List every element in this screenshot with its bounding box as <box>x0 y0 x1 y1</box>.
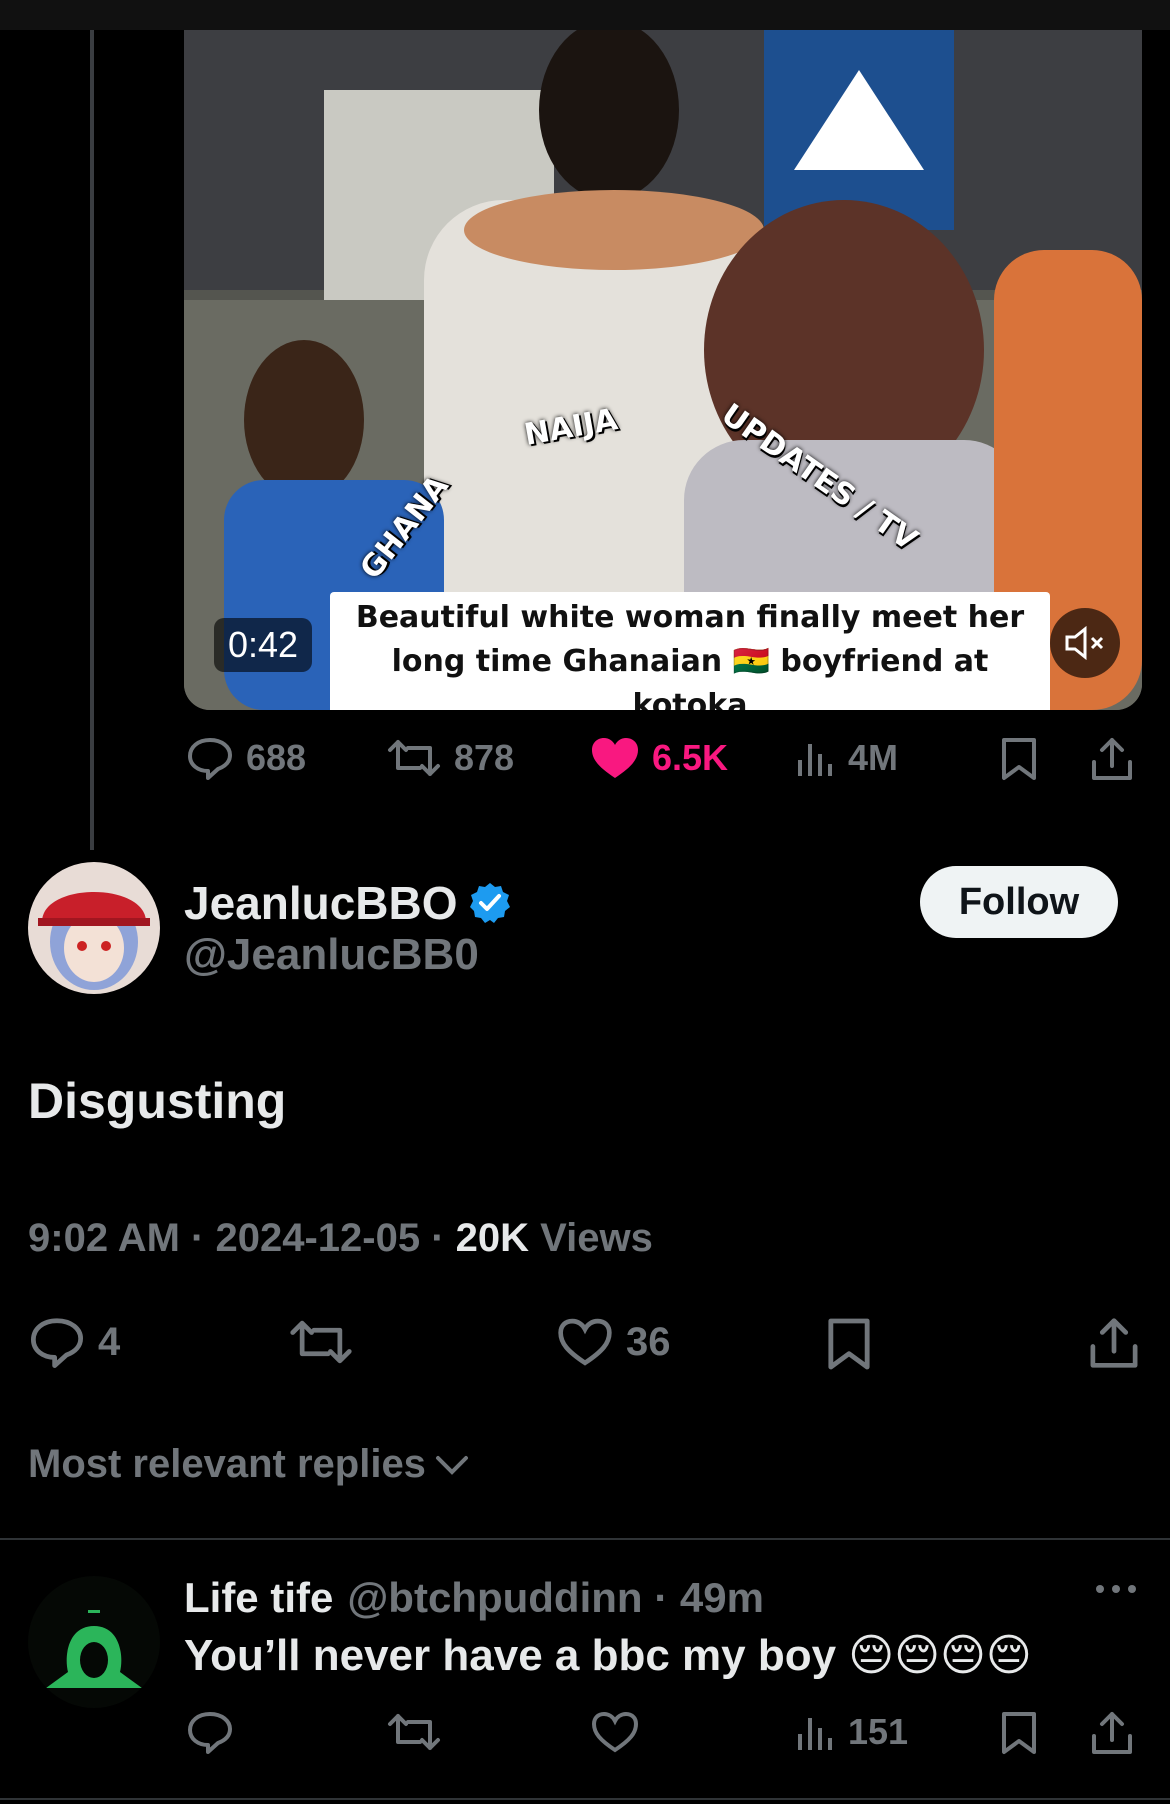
divider <box>0 1538 1170 1540</box>
like-count: 6.5K <box>652 737 729 778</box>
main-bookmark-button[interactable] <box>826 1316 872 1377</box>
bookmark-icon <box>1002 1712 1036 1754</box>
bookmark-button[interactable] <box>1000 736 1038 787</box>
reply-repost-action[interactable] <box>386 1710 442 1754</box>
share-icon <box>1090 1318 1138 1368</box>
main-like-count: 36 <box>626 1319 671 1364</box>
replies-sort-dropdown[interactable]: Most relevant replies <box>28 1442 472 1487</box>
reply-reply-action[interactable] <box>186 1710 234 1754</box>
divider <box>0 1798 1170 1800</box>
avatar[interactable] <box>28 862 160 994</box>
author-name-row[interactable]: JeanlucBBO <box>184 876 512 930</box>
thread-connector-line <box>90 30 94 850</box>
speaker-muted-icon <box>1065 626 1104 660</box>
author-handle[interactable]: @JeanlucBB0 <box>184 930 479 980</box>
reply-count: 688 <box>246 737 307 778</box>
follow-button[interactable]: Follow <box>920 866 1118 938</box>
reply-icon <box>188 1712 232 1754</box>
reply-like-action[interactable] <box>590 1710 640 1754</box>
bookmark-icon <box>828 1318 870 1370</box>
tweet-time[interactable]: 9:02 AM <box>28 1216 180 1260</box>
reply-icon <box>188 738 232 780</box>
reply-header: Life tife @btchpuddinn · 49m <box>184 1574 764 1622</box>
tweet-views-label: Views <box>540 1216 653 1260</box>
main-repost-action[interactable] <box>288 1316 354 1368</box>
tweet-text: Disgusting <box>28 1073 287 1129</box>
hooded-figure-avatar-image <box>28 1576 160 1708</box>
share-icon <box>1092 1712 1132 1754</box>
reply-display-name[interactable]: Life tife <box>184 1574 333 1622</box>
reply-icon <box>31 1318 83 1368</box>
reply-avatar[interactable] <box>28 1576 160 1708</box>
repost-action[interactable]: 878 <box>386 736 514 780</box>
repost-icon <box>388 1714 440 1750</box>
reply-text: You’ll never have a bbc my boy 😔😔😔😔 <box>184 1631 1032 1680</box>
chevron-down-icon <box>435 1455 468 1475</box>
reply-views-action[interactable]: 151 <box>796 1710 908 1754</box>
views-chart-icon <box>798 744 832 776</box>
bookmark-icon <box>1002 738 1036 780</box>
heart-filled-icon <box>592 738 638 778</box>
tweet-date[interactable]: 2024-12-05 <box>215 1216 420 1260</box>
views-count: 4M <box>848 737 899 778</box>
repost-icon <box>290 1320 352 1364</box>
display-name: JeanlucBBO <box>184 877 458 929</box>
tweet-meta: 9:02 AM · 2024-12-05 · 20K Views <box>28 1216 653 1260</box>
more-options-button[interactable] <box>1094 1582 1138 1601</box>
share-button[interactable] <box>1090 736 1134 787</box>
tweet-views-count: 20K <box>455 1216 530 1260</box>
repost-icon <box>388 740 440 776</box>
status-bar-area <box>0 0 1170 30</box>
views-action[interactable]: 4M <box>796 736 898 780</box>
share-icon <box>1092 738 1132 780</box>
verified-badge-icon <box>469 883 510 923</box>
more-dots-icon <box>1096 1585 1136 1593</box>
reply-share-button[interactable] <box>1090 1710 1134 1761</box>
main-reply-count: 4 <box>98 1319 121 1364</box>
reply-handle[interactable]: @btchpuddinn <box>347 1574 642 1622</box>
video-timer: 0:42 <box>214 618 313 672</box>
reply-bookmark-button[interactable] <box>1000 1710 1038 1761</box>
main-like-action[interactable]: 36 <box>556 1316 671 1368</box>
views-chart-icon <box>798 1718 832 1750</box>
avatar-image <box>28 862 160 994</box>
repost-count: 878 <box>454 737 515 778</box>
mute-button[interactable] <box>1050 608 1120 678</box>
main-reply-action[interactable]: 4 <box>28 1316 120 1368</box>
reply-views-count: 151 <box>848 1711 909 1752</box>
reply-age: 49m <box>679 1574 764 1621</box>
reply-action[interactable]: 688 <box>186 736 306 780</box>
video-caption-overlay: Beautiful white woman finally meet her l… <box>330 592 1050 710</box>
heart-outline-icon <box>558 1318 612 1366</box>
like-action[interactable]: 6.5K <box>590 736 728 780</box>
replies-sort-label: Most relevant replies <box>28 1442 426 1486</box>
video-player[interactable]: GHANA NAIJA UPDATES / TV Beautiful white… <box>184 30 1142 710</box>
main-share-button[interactable] <box>1088 1316 1140 1375</box>
heart-outline-icon <box>591 1711 639 1753</box>
